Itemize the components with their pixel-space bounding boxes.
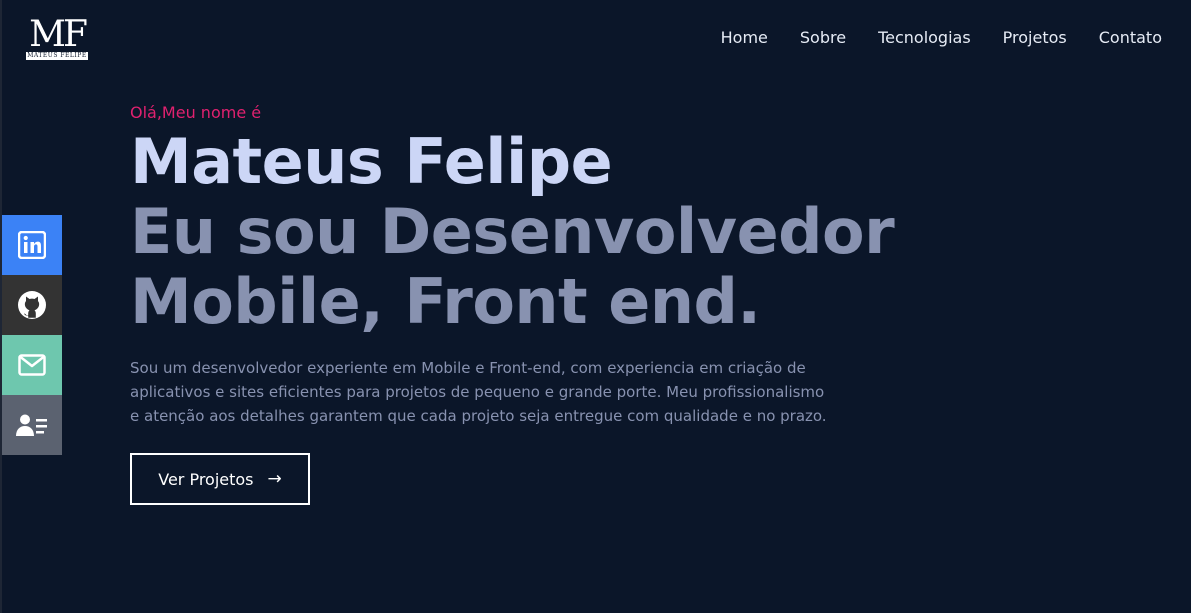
github-link[interactable] — [2, 275, 62, 335]
social-rail — [2, 215, 62, 455]
cta-label: Ver Projetos — [158, 469, 254, 489]
logo[interactable]: MF MATEUS FELIPE — [26, 16, 88, 62]
hero-description: Sou um desenvolvedor experiente em Mobil… — [130, 359, 827, 425]
contact-card-icon — [16, 414, 47, 436]
linkedin-link[interactable] — [2, 215, 62, 275]
nav-tecnologias[interactable]: Tecnologias — [878, 28, 971, 48]
nav-contato[interactable]: Contato — [1099, 28, 1162, 48]
contact-link[interactable] — [2, 395, 62, 455]
github-icon — [18, 291, 46, 319]
ver-projetos-button[interactable]: Ver Projetos → — [130, 453, 310, 505]
logo-mark: MF — [29, 14, 88, 55]
hero-name: Mateus Felipe — [130, 125, 613, 198]
hero-section: Olá,Meu nome é Mateus Felipe Eu sou Dese… — [130, 103, 895, 505]
hero-role: Eu sou Desenvolvedor Mobile, Front end. — [130, 195, 895, 338]
logo-subtitle: MATEUS FELIPE — [26, 52, 88, 60]
mail-icon — [18, 354, 46, 376]
mail-link[interactable] — [2, 335, 62, 395]
greeting: Olá,Meu nome é — [130, 103, 262, 122]
hero-role-line2: Mobile, Front end. — [130, 265, 761, 338]
nav-home[interactable]: Home — [721, 28, 768, 48]
linkedin-icon — [18, 231, 46, 259]
main-nav: Home Sobre Tecnologias Projetos Contato — [721, 28, 1162, 48]
nav-projetos[interactable]: Projetos — [1003, 28, 1067, 48]
nav-sobre[interactable]: Sobre — [800, 28, 846, 48]
hero-role-line1: Eu sou Desenvolvedor — [130, 195, 895, 268]
arrow-right-icon: → — [267, 469, 282, 489]
